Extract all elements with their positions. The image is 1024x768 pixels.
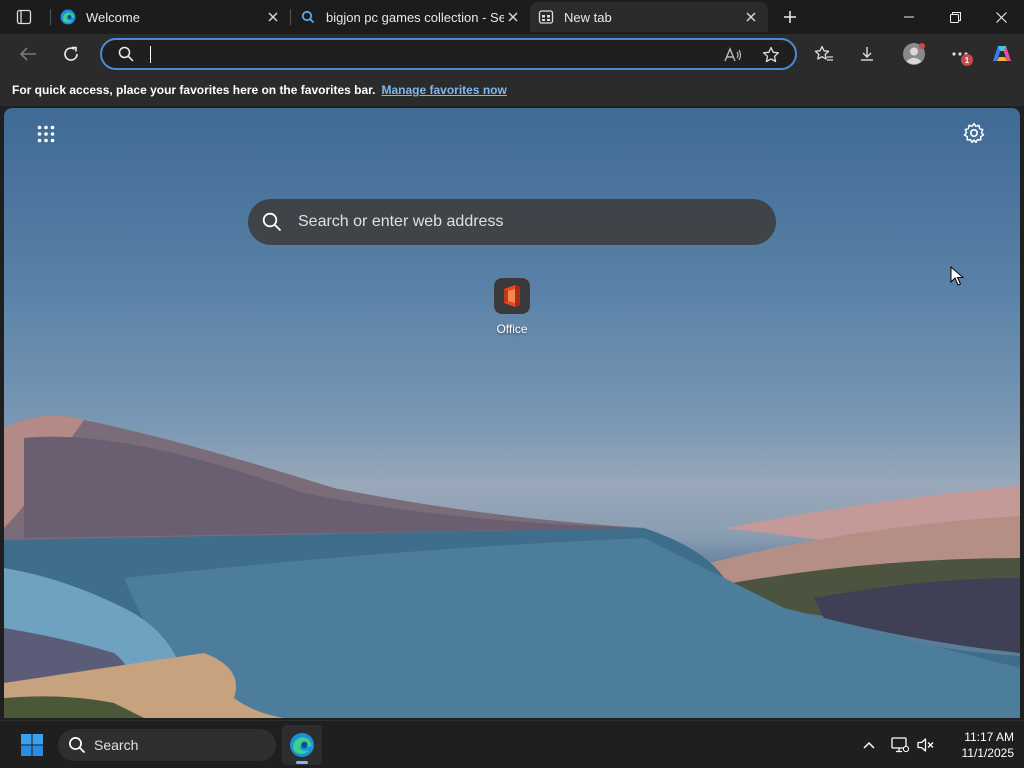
download-icon	[861, 47, 873, 61]
manage-favorites-link[interactable]: Manage favorites now	[381, 83, 506, 97]
tab-title: bigjon pc games collection - Sear	[326, 9, 504, 25]
address-input[interactable]	[148, 44, 708, 64]
search-icon	[262, 212, 282, 232]
tab-close-button[interactable]	[742, 8, 760, 26]
clock-time: 11:17 AM	[964, 730, 1014, 744]
tab-search-results[interactable]: bigjon pc games collection - Sear	[292, 2, 530, 32]
address-bar[interactable]	[100, 38, 797, 70]
copilot-button[interactable]	[987, 40, 1017, 68]
chevron-up-icon	[863, 741, 875, 749]
newtab-icon	[538, 10, 554, 24]
show-hidden-icons-button[interactable]	[857, 733, 881, 757]
star-icon	[762, 46, 780, 63]
tab-separator	[290, 9, 291, 25]
gear-icon	[963, 122, 985, 144]
search-icon	[69, 737, 86, 754]
copilot-icon	[993, 46, 1011, 61]
tab-close-button[interactable]	[264, 8, 282, 26]
restore-button[interactable]	[932, 0, 978, 34]
close-icon	[508, 12, 518, 22]
profile-button[interactable]	[899, 40, 929, 68]
new-tab-page: Office	[4, 108, 1020, 718]
avatar-icon	[903, 43, 925, 65]
start-button[interactable]	[16, 731, 48, 759]
browser-window: Welcome bigjon pc games collection - Sea…	[0, 0, 1024, 720]
tile-label: Office	[496, 322, 528, 336]
taskbar-edge-button[interactable]	[282, 725, 322, 765]
tab-strip: Welcome bigjon pc games collection - Sea…	[0, 0, 1024, 34]
plus-icon	[784, 11, 796, 23]
mouse-cursor-icon	[950, 266, 964, 286]
minimize-icon	[904, 16, 914, 18]
new-tab-button[interactable]	[778, 5, 802, 29]
favorites-icon	[814, 45, 833, 61]
tab-actions-button[interactable]	[10, 6, 38, 28]
system-clock[interactable]: 11:17 AM 11/1/2025	[940, 729, 1015, 761]
windows-logo-icon	[21, 734, 43, 756]
read-aloud-icon	[724, 47, 742, 62]
downloads-button[interactable]	[852, 40, 882, 68]
search-icon	[118, 46, 134, 62]
taskbar-search-label: Search	[94, 737, 139, 753]
browser-toolbar: 1	[0, 34, 1024, 74]
running-indicator	[296, 761, 308, 764]
close-icon	[995, 11, 1007, 23]
close-window-button[interactable]	[978, 0, 1024, 34]
search-icon	[301, 10, 315, 24]
quick-link-office[interactable]: Office	[488, 278, 536, 336]
office-tile-icon	[494, 278, 530, 314]
network-icon	[891, 737, 909, 753]
web-search-input[interactable]	[298, 213, 738, 231]
refresh-icon	[64, 46, 78, 61]
volume-muted-icon	[917, 738, 934, 752]
taskbar: Search 11:17 AM 11/1/2025	[0, 720, 1024, 768]
office-icon	[504, 285, 520, 307]
notification-badge: 1	[961, 54, 973, 66]
close-icon	[268, 12, 278, 22]
tab-title: New tab	[564, 9, 612, 25]
tab-separator	[50, 9, 51, 25]
back-button[interactable]	[13, 40, 43, 68]
favorites-bar-message: For quick access, place your favorites h…	[12, 83, 376, 97]
favorites-bar: For quick access, place your favorites h…	[0, 74, 1024, 106]
edge-icon	[60, 9, 76, 25]
text-caret	[150, 46, 151, 63]
network-status-button[interactable]	[888, 733, 912, 757]
read-aloud-button[interactable]	[720, 43, 746, 67]
taskbar-search[interactable]: Search	[58, 729, 276, 761]
favorites-button[interactable]	[809, 40, 839, 68]
page-settings-button[interactable]	[960, 120, 988, 146]
tab-title: Welcome	[86, 9, 140, 25]
tab-new-tab[interactable]: New tab	[530, 2, 768, 32]
add-favorite-button[interactable]	[758, 43, 784, 67]
tab-actions-icon	[16, 9, 32, 25]
web-search-box[interactable]	[248, 199, 776, 245]
grid-icon	[37, 125, 55, 143]
close-icon	[746, 12, 756, 22]
restore-icon	[949, 11, 961, 23]
tab-welcome[interactable]: Welcome	[52, 2, 290, 32]
refresh-button[interactable]	[56, 40, 86, 68]
volume-button[interactable]	[914, 733, 938, 757]
clock-date: 11/1/2025	[961, 746, 1015, 760]
edge-icon	[290, 733, 314, 757]
arrow-left-icon	[19, 47, 36, 61]
apps-launcher-button[interactable]	[32, 122, 60, 146]
tab-close-button[interactable]	[504, 8, 522, 26]
minimize-button[interactable]	[886, 0, 932, 34]
